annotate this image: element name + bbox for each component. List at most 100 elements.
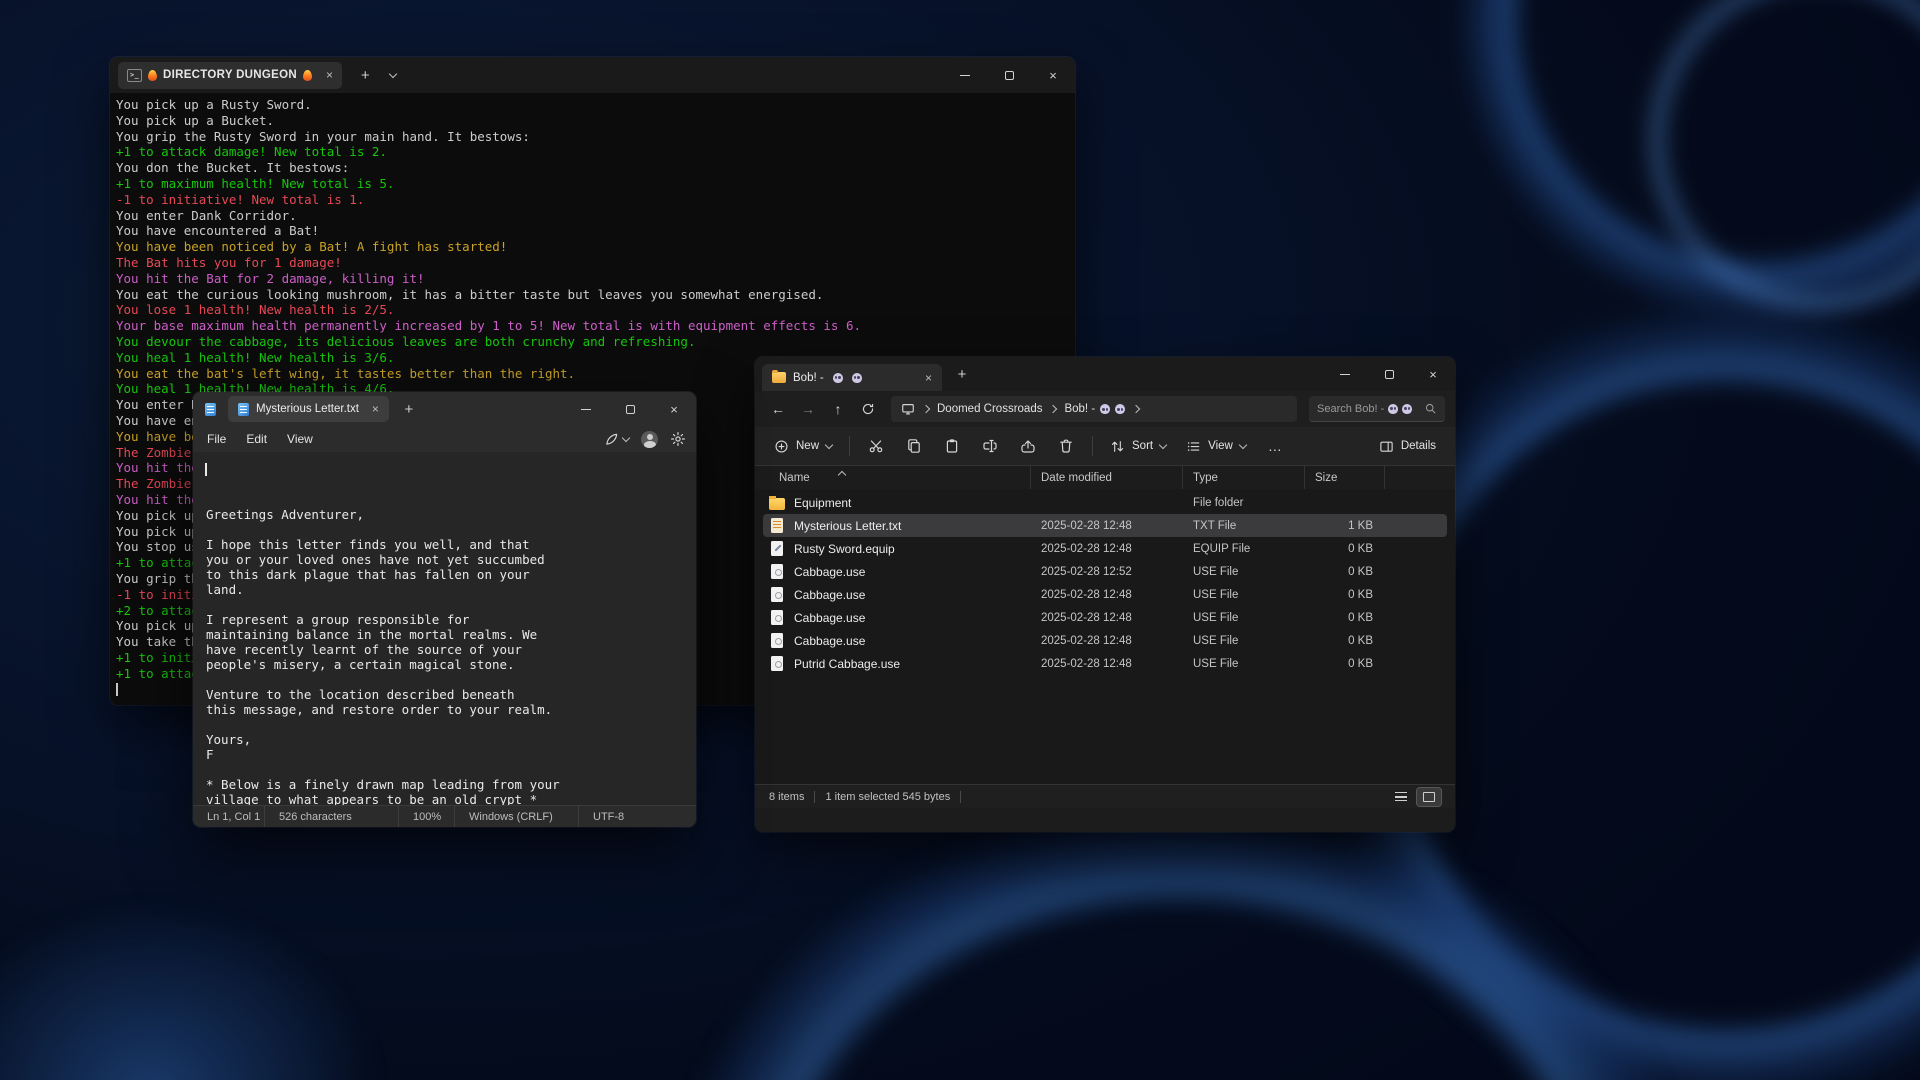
sort-button[interactable]: Sort [1101,431,1175,461]
breadcrumb[interactable]: Doomed Crossroads Bob! - [891,396,1297,422]
view-button[interactable]: View [1177,431,1255,461]
column-header-name[interactable]: Name [769,466,1031,489]
tab-close-button[interactable]: × [925,371,932,385]
breadcrumb-item[interactable]: Doomed Crossroads [937,403,1042,415]
rewrite-button[interactable] [604,432,629,447]
plus-circle-icon [774,439,789,454]
explorer-tab[interactable]: Bob! - × [762,364,942,391]
rename-icon [982,438,998,454]
search-input[interactable]: Search Bob! - [1309,396,1445,422]
forward-button[interactable]: → [795,396,821,422]
divider [960,791,961,803]
share-icon [1020,438,1036,454]
tab-close-button[interactable]: × [326,68,333,82]
close-button[interactable]: × [652,392,696,426]
up-button[interactable]: ↑ [825,396,851,422]
explorer-tab-title: Bob! - [793,372,824,384]
file-name: Putrid Cabbage.use [794,657,900,671]
flame-icon [148,70,157,81]
file-name: Rusty Sword.equip [794,542,895,556]
file-row[interactable]: Mysterious Letter.txt2025-02-28 12:48TXT… [763,514,1447,537]
paste-icon [944,438,960,454]
tab-close-button[interactable]: × [372,402,379,416]
file-date: 2025-02-28 12:48 [1031,520,1183,532]
notepad-line: maintaining balance in the mortal realms… [206,627,696,642]
breadcrumb-item[interactable]: Bob! - [1064,403,1125,415]
delete-button[interactable] [1048,431,1084,461]
menu-edit[interactable]: Edit [236,426,277,452]
chevron-right-icon[interactable] [1132,405,1140,413]
minimize-button[interactable] [1323,357,1367,391]
explorer-command-bar: New Sort [755,427,1455,466]
gear-icon[interactable] [670,431,686,447]
chevron-right-icon[interactable] [922,405,930,413]
file-row[interactable]: Rusty Sword.equip2025-02-28 12:48EQUIP F… [763,537,1447,560]
details-view-toggle[interactable] [1389,788,1413,806]
close-button[interactable]: × [1411,357,1455,391]
new-tab-button[interactable]: + [397,397,421,421]
minimize-button[interactable] [564,392,608,426]
back-button[interactable]: ← [765,396,791,422]
rename-button[interactable] [972,431,1008,461]
skull-icon [1100,404,1110,414]
terminal-titlebar[interactable]: >_ DIRECTORY DUNGEON × + × [110,57,1075,93]
file-row[interactable]: Cabbage.use2025-02-28 12:48USE File0 KB [763,606,1447,629]
file-row[interactable]: Cabbage.use2025-02-28 12:48USE File0 KB [763,583,1447,606]
copy-button[interactable] [896,431,932,461]
notepad-line: F [206,747,696,762]
notepad-editor[interactable]: Greetings Adventurer, I hope this letter … [193,452,696,805]
terminal-line: The Bat hits you for 1 damage! [116,255,1075,271]
cut-button[interactable] [858,431,894,461]
terminal-line: -1 to initiative! New total is 1. [116,192,1075,208]
file-size: 0 KB [1305,566,1385,578]
explorer-statusbar: 8 items 1 item selected 545 bytes [755,784,1455,808]
file-row[interactable]: EquipmentFile folder [763,491,1447,514]
chevron-right-icon[interactable] [1049,405,1057,413]
notepad-line: Greetings Adventurer, [206,507,696,522]
refresh-button[interactable] [855,396,881,422]
column-header-type[interactable]: Type [1183,466,1305,489]
maximize-button[interactable] [608,392,652,426]
new-tab-button[interactable]: + [352,62,378,88]
details-pane-button[interactable]: Details [1370,431,1445,461]
menu-file[interactable]: File [197,426,236,452]
explorer-navbar: ← → ↑ Doomed Crossroads Bob! - Search Bo… [755,391,1455,427]
file-row[interactable]: Putrid Cabbage.use2025-02-28 12:48USE Fi… [763,652,1447,675]
notepad-tab[interactable]: Mysterious Letter.txt × [228,396,389,422]
selection-info: 1 item selected 545 bytes [825,791,950,803]
details-pane-icon [1379,439,1394,454]
explorer-titlebar[interactable]: Bob! - × + × [755,357,1455,391]
notepad-line: land. [206,582,696,597]
share-button[interactable] [1010,431,1046,461]
new-button[interactable]: New [765,431,841,461]
column-header-size[interactable]: Size [1305,466,1385,489]
paste-button[interactable] [934,431,970,461]
notepad-line: you or your loved ones have not yet succ… [206,552,696,567]
copy-icon [906,438,922,454]
notepad-menubar: File Edit View [193,426,696,452]
menu-view[interactable]: View [277,426,323,452]
notepad-line: I hope this letter finds you well, and t… [206,537,696,552]
maximize-button[interactable] [1367,357,1411,391]
terminal-tab[interactable]: >_ DIRECTORY DUNGEON × [118,62,342,89]
tab-dropdown-button[interactable] [382,62,404,88]
zoom-level[interactable]: 100% [399,806,455,827]
account-avatar[interactable] [641,431,658,448]
terminal-line: You grip the Rusty Sword in your main ha… [116,129,1075,145]
item-count: 8 items [769,791,804,803]
more-button[interactable]: … [1257,431,1293,461]
file-list[interactable]: EquipmentFile folderMysterious Letter.tx… [755,489,1455,784]
file-type: TXT File [1183,520,1305,532]
encoding: UTF-8 [579,806,669,827]
notepad-titlebar[interactable]: Mysterious Letter.txt × + × [193,392,696,426]
new-tab-button[interactable]: + [950,362,974,386]
minimize-button[interactable] [943,57,987,93]
close-button[interactable]: × [1031,57,1075,93]
thumbnail-view-toggle[interactable] [1417,788,1441,806]
file-type: USE File [1183,635,1305,647]
file-row[interactable]: Cabbage.use2025-02-28 12:52USE File0 KB [763,560,1447,583]
column-header-date[interactable]: Date modified [1031,466,1183,489]
file-size: 1 KB [1305,520,1385,532]
maximize-button[interactable] [987,57,1031,93]
file-row[interactable]: Cabbage.use2025-02-28 12:48USE File0 KB [763,629,1447,652]
